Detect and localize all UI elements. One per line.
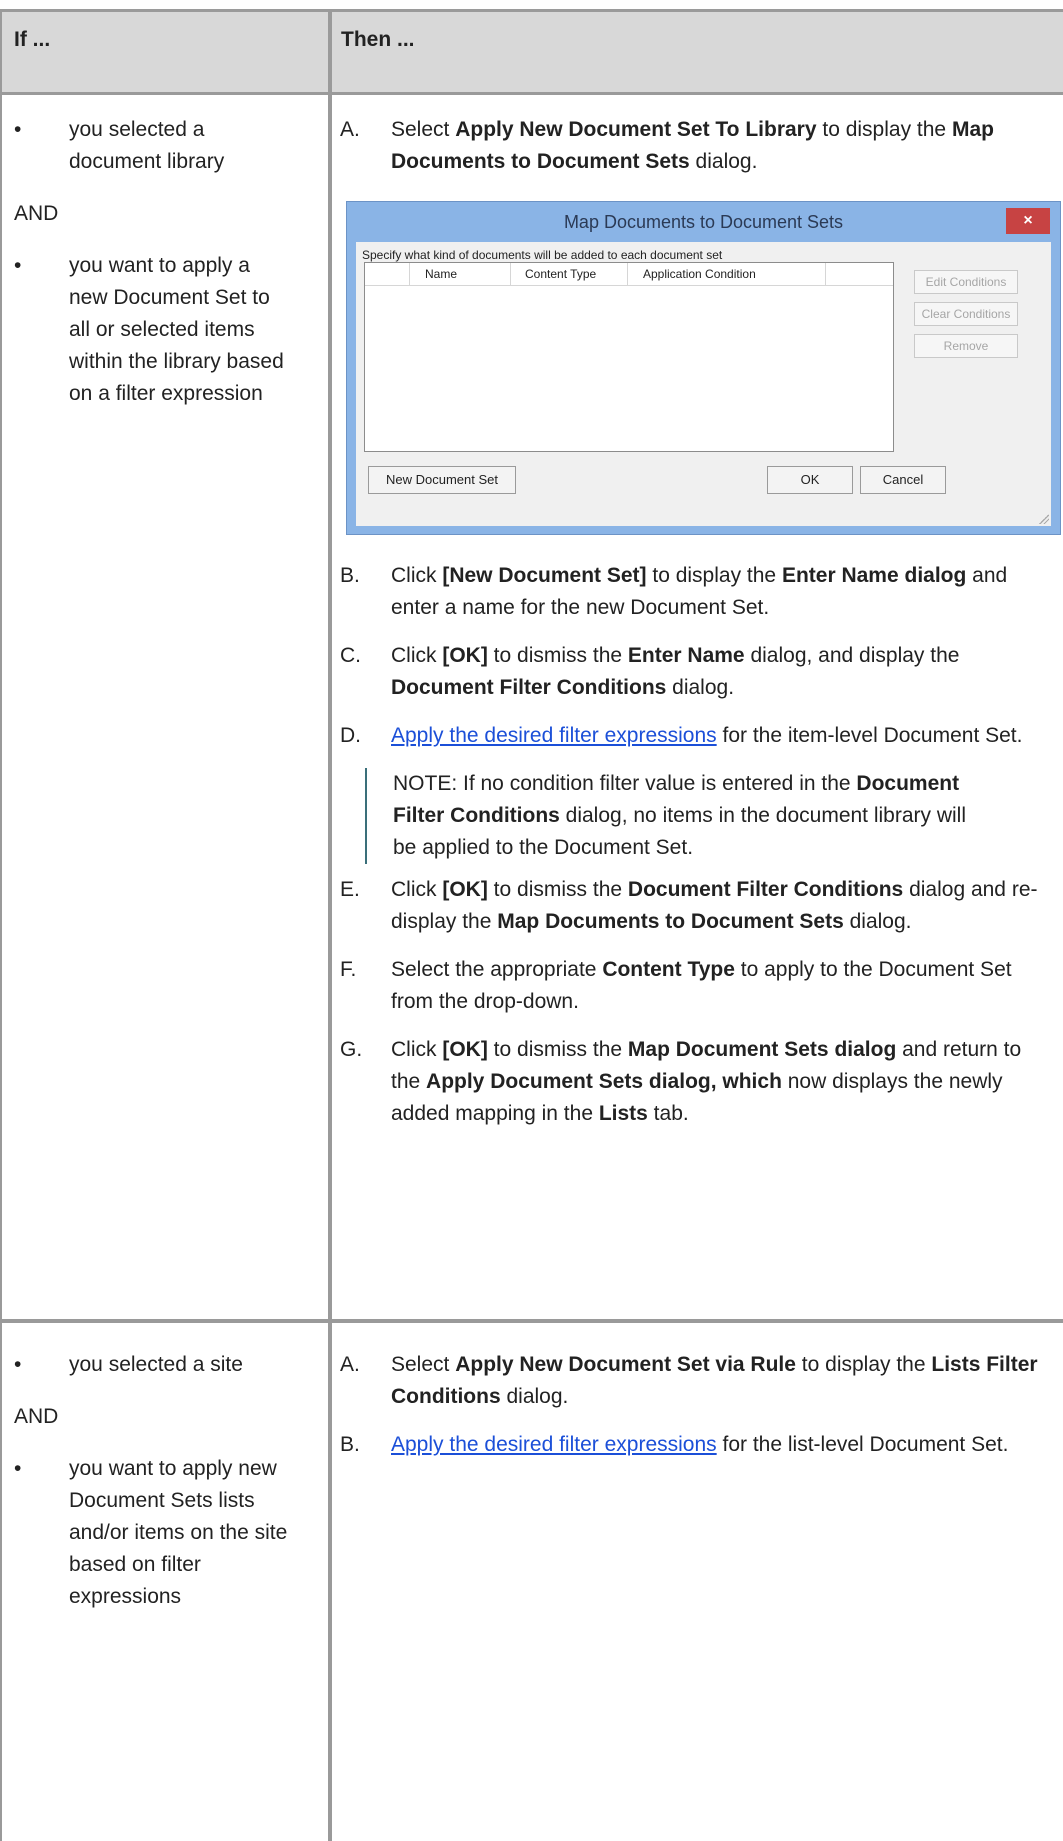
step-d: D. Apply the desired filter expressions …	[340, 724, 1023, 747]
list-item: • you selected a site	[0, 1349, 319, 1381]
row-divider	[0, 1319, 1063, 1323]
row1-action-cell-cont: B. Click [New Document Set] to display t…	[332, 560, 1063, 1146]
then-header: Then ...	[341, 28, 415, 51]
close-icon[interactable]: ×	[1006, 208, 1050, 234]
and-label: AND	[14, 1405, 59, 1428]
cancel-button[interactable]: Cancel	[860, 466, 946, 494]
list-item: • you want to apply new Document Sets li…	[0, 1453, 299, 1613]
and-label: AND	[14, 202, 59, 225]
bullet-icon: •	[14, 1353, 22, 1376]
list-item: • you want to apply a new Document Set t…	[0, 250, 289, 410]
clear-conditions-button[interactable]: Clear Conditions	[914, 302, 1018, 326]
resize-grip-icon[interactable]	[1039, 514, 1049, 524]
bullet-icon: •	[14, 254, 22, 277]
step-b: B. Apply the desired filter expressions …	[340, 1433, 1009, 1456]
list-item: • you selected a document library	[0, 114, 269, 178]
step-a: A. Select Apply New Document Set via Rul…	[340, 1353, 1038, 1408]
row1-action-cell: A. Select Apply New Document Set To Libr…	[332, 114, 1063, 194]
document-set-list[interactable]: Name Content Type Application Condition	[364, 262, 894, 452]
step-g: G. Click [OK] to dismiss the Map Documen…	[340, 1038, 1022, 1125]
step-f: F. Select the appropriate Content Type t…	[340, 958, 1012, 1013]
bullet-icon: •	[14, 118, 22, 141]
row2-action-cell: A. Select Apply New Document Set via Rul…	[332, 1349, 1063, 1477]
filter-expressions-link[interactable]: Apply the desired filter expressions	[391, 724, 717, 747]
new-document-set-button[interactable]: New Document Set	[368, 466, 516, 494]
dialog-prompt: Specify what kind of documents will be a…	[362, 248, 723, 262]
remove-button[interactable]: Remove	[914, 334, 1018, 358]
edit-conditions-button[interactable]: Edit Conditions	[914, 270, 1018, 294]
ok-button[interactable]: OK	[767, 466, 853, 494]
filter-expressions-link[interactable]: Apply the desired filter expressions	[391, 1433, 717, 1456]
if-header: If ...	[14, 28, 51, 51]
dialog-title: Map Documents to Document Sets	[563, 212, 844, 232]
row2-condition-cell: • you selected a site AND • you want to …	[0, 1349, 328, 1613]
step-c: C. Click [OK] to dismiss the Enter Name …	[340, 644, 960, 699]
list-header: Name Content Type Application Condition	[365, 263, 893, 286]
step-e: E. Click [OK] to dismiss the Document Fi…	[340, 878, 1038, 933]
map-documents-dialog: Map Documents to Document Sets × Specify…	[346, 201, 1061, 535]
table-header-row: If ... Then ...	[0, 9, 1063, 95]
row1-condition-cell: • you selected a document library AND • …	[0, 114, 328, 410]
note-box: NOTE: If no condition filter value is en…	[365, 768, 993, 864]
step-b: B. Click [New Document Set] to display t…	[340, 564, 1008, 619]
step-a: A. Select Apply New Document Set To Libr…	[340, 118, 994, 173]
bullet-icon: •	[14, 1457, 22, 1480]
column-application-condition[interactable]: Application Condition	[643, 267, 756, 281]
column-name[interactable]: Name	[425, 267, 457, 281]
dialog-body: Specify what kind of documents will be a…	[356, 242, 1051, 526]
column-content-type[interactable]: Content Type	[525, 267, 596, 281]
